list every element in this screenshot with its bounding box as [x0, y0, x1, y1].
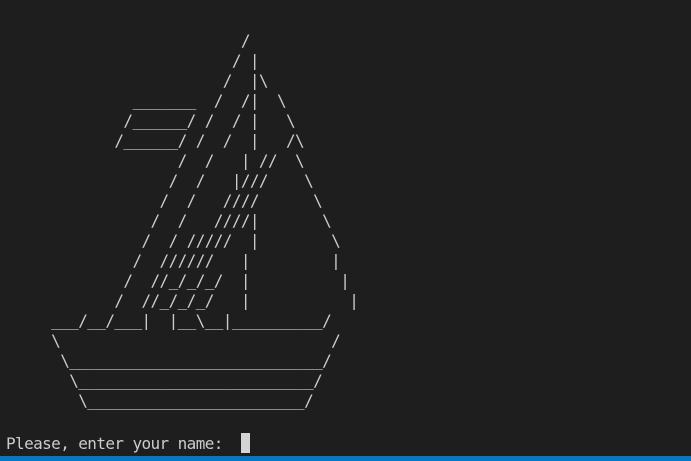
- terminal-window[interactable]: / / | / |\ _______ / /| \ /______/ / / |…: [0, 0, 691, 461]
- name-input[interactable]: [232, 433, 241, 453]
- name-prompt-line: Please, enter your name:: [6, 433, 250, 453]
- status-bar: [0, 456, 691, 461]
- sailboat-ascii-art: / / | / |\ _______ / /| \ /______/ / / |…: [51, 31, 359, 410]
- text-cursor: [240, 433, 250, 453]
- name-prompt-label: Please, enter your name:: [6, 433, 232, 453]
